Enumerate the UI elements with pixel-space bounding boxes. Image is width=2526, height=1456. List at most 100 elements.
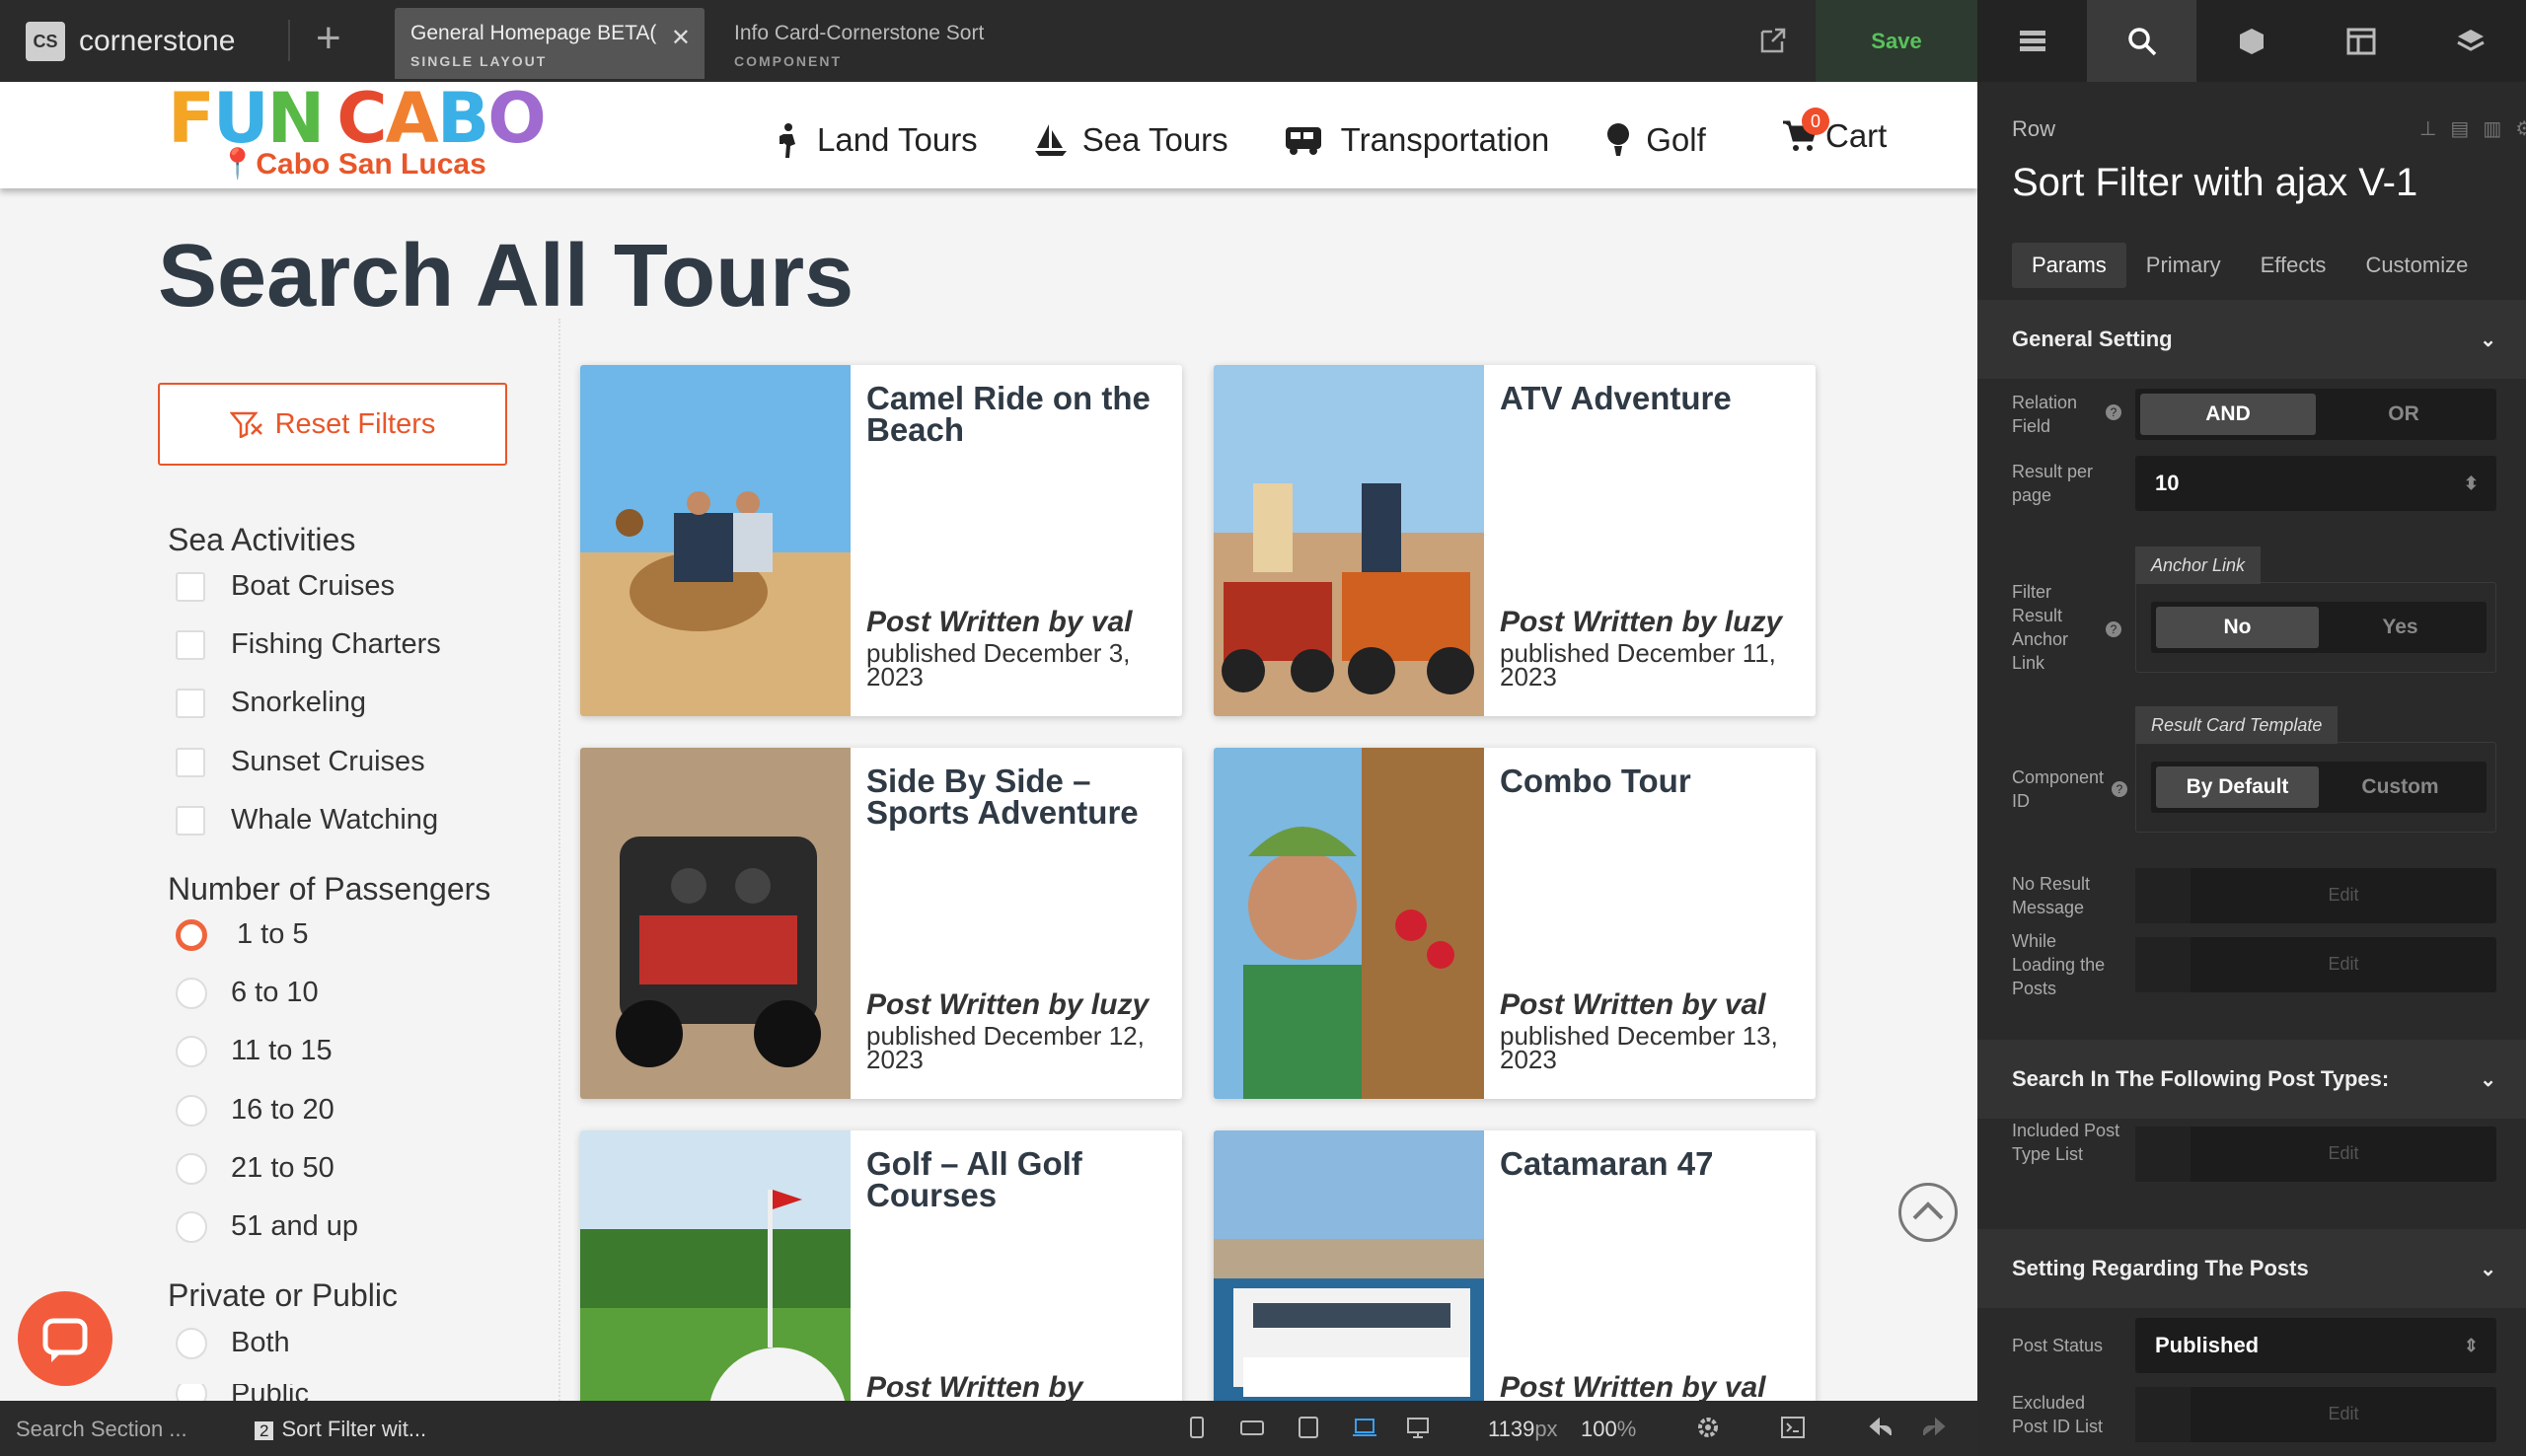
radio-public[interactable]: Public [176, 1384, 309, 1401]
help-icon[interactable]: ? [2112, 781, 2127, 797]
radio-button[interactable] [176, 1384, 207, 1401]
delete-icon[interactable]: ▥ [2483, 116, 2501, 141]
no-result-edit[interactable]: Edit [2135, 868, 2496, 923]
undo-icon[interactable] [1867, 1415, 1893, 1440]
nav-cart[interactable]: 0 Cart [1782, 108, 1887, 155]
duplicate-icon[interactable]: ▤ [2450, 116, 2469, 141]
layers-list-button[interactable] [1977, 0, 2087, 82]
anchor-toggle[interactable]: No Yes [2151, 602, 2487, 653]
checkbox-fishing-charters[interactable]: Fishing Charters [176, 628, 441, 661]
tab-effects[interactable]: Effects [2241, 243, 2346, 288]
card-title[interactable]: Camel Ride on the Beach [866, 382, 1162, 446]
checkbox[interactable] [176, 805, 205, 836]
radio-button[interactable] [176, 1327, 207, 1359]
anchor-no[interactable]: No [2156, 607, 2319, 648]
chat-button[interactable] [18, 1291, 112, 1386]
anchor-yes[interactable]: Yes [2319, 607, 2482, 648]
radio-button[interactable] [176, 1152, 207, 1185]
excluded-post-id-edit[interactable]: Edit [2135, 1387, 2496, 1442]
tour-card[interactable]: Side By Side – Sports Adventure Post Wri… [580, 748, 1182, 1099]
pin-icon[interactable]: ⊥ [2419, 116, 2436, 141]
section-post-types[interactable]: Search In The Following Post Types: ⌄ [1977, 1040, 2526, 1119]
relation-toggle[interactable]: AND OR [2135, 389, 2496, 440]
checkbox-whale-watching[interactable]: Whale Watching [176, 804, 438, 837]
app-logo[interactable]: CS cornerstone [26, 22, 235, 61]
elements-button[interactable] [2196, 0, 2306, 82]
relation-and[interactable]: AND [2140, 394, 2316, 435]
breadcrumb[interactable]: 2 Sort Filter wit... [255, 1417, 426, 1442]
post-status-select[interactable]: Published ⇕ [2135, 1318, 2496, 1373]
card-title[interactable]: Side By Side – Sports Adventure [866, 764, 1162, 829]
checkbox-boat-cruises[interactable]: Boat Cruises [176, 570, 395, 603]
radio-button[interactable] [176, 1035, 207, 1067]
tablet-view-icon[interactable] [1296, 1415, 1321, 1440]
checkbox[interactable] [176, 747, 205, 777]
nav-land-tours[interactable]: Land Tours [774, 121, 978, 159]
tab-info-card[interactable]: Info Card-Cornerstone Sort COMPONENT [718, 8, 1054, 79]
scroll-top-button[interactable] [1898, 1183, 1958, 1242]
radio-button[interactable] [176, 1094, 207, 1127]
component-custom[interactable]: Custom [2319, 766, 2482, 808]
radio-button[interactable] [176, 977, 207, 1009]
radio-both[interactable]: Both [176, 1327, 290, 1359]
settings-icon[interactable]: ⚙ [2515, 116, 2526, 141]
tour-card[interactable]: Catamaran 47 Post Written by val [1214, 1130, 1816, 1401]
tab-homepage[interactable]: General Homepage BETA( SINGLE LAYOUT ✕ [395, 8, 705, 79]
radio-1-to-5[interactable]: 1 to 5 [176, 918, 309, 951]
radio-11-to-15[interactable]: 11 to 15 [176, 1035, 333, 1067]
help-icon[interactable]: ? [2106, 404, 2121, 420]
tab-customize[interactable]: Customize [2345, 243, 2488, 288]
laptop-view-icon[interactable] [1352, 1415, 1377, 1440]
radio-button[interactable] [176, 1210, 207, 1243]
reset-filters-button[interactable]: Reset Filters [158, 383, 507, 466]
canvas-width[interactable]: 1139px [1488, 1417, 1558, 1442]
card-title[interactable]: Golf – All Golf Courses [866, 1147, 1162, 1211]
phone-landscape-view-icon[interactable] [1239, 1415, 1265, 1440]
component-default[interactable]: By Default [2156, 766, 2319, 808]
card-title[interactable]: ATV Adventure [1500, 382, 1796, 414]
checkbox-snorkeling[interactable]: Snorkeling [176, 687, 366, 719]
layout-button[interactable] [2307, 0, 2416, 82]
site-logo[interactable]: FUN CABO 📍Cabo San Lucas [168, 84, 547, 182]
close-icon[interactable]: ✕ [671, 24, 691, 52]
nav-sea-tours[interactable]: Sea Tours [1033, 121, 1228, 159]
element-name[interactable]: Sort Filter with ajax V-1 [2012, 161, 2417, 205]
tab-primary[interactable]: Primary [2126, 243, 2241, 288]
phone-view-icon[interactable] [1184, 1415, 1210, 1440]
tab-params[interactable]: Params [2012, 243, 2126, 288]
search-button[interactable] [2087, 0, 2197, 82]
section-general-setting[interactable]: General Setting ⌄ [1977, 300, 2526, 379]
stack-button[interactable] [2416, 0, 2526, 82]
search-section-input[interactable]: Search Section ... [16, 1417, 187, 1442]
card-title[interactable]: Catamaran 47 [1500, 1147, 1796, 1180]
checkbox[interactable] [176, 688, 205, 718]
nav-golf[interactable]: Golf [1604, 121, 1706, 159]
tour-card[interactable]: Camel Ride on the Beach Post Written by … [580, 365, 1182, 716]
radio-21-to-50[interactable]: 21 to 50 [176, 1152, 334, 1185]
add-tab-icon[interactable]: + [316, 14, 341, 63]
tour-card[interactable]: Golf – All Golf Courses Post Written by … [580, 1130, 1182, 1401]
tour-card[interactable]: ATV Adventure Post Written by luzy publi… [1214, 365, 1816, 716]
stepper-icon[interactable]: ⬍ [2464, 473, 2479, 494]
checkbox[interactable] [176, 629, 205, 660]
section-posts-settings[interactable]: Setting Regarding The Posts ⌄ [1977, 1229, 2526, 1308]
save-button[interactable]: Save [1816, 0, 1977, 82]
checkbox-sunset-cruises[interactable]: Sunset Cruises [176, 746, 425, 778]
tour-card[interactable]: Combo Tour Post Written by val published… [1214, 748, 1816, 1099]
code-icon[interactable] [1780, 1415, 1806, 1440]
result-per-page-input[interactable]: 10 ⬍ [2135, 456, 2496, 511]
external-link-icon[interactable] [1758, 26, 1788, 55]
radio-51-and-up[interactable]: 51 and up [176, 1210, 358, 1243]
radio-16-to-20[interactable]: 16 to 20 [176, 1094, 334, 1127]
card-title[interactable]: Combo Tour [1500, 764, 1796, 797]
gear-icon[interactable] [1695, 1415, 1721, 1440]
loading-edit[interactable]: Edit [2135, 937, 2496, 992]
included-post-types-edit[interactable]: Edit [2135, 1127, 2496, 1182]
component-toggle[interactable]: By Default Custom [2151, 762, 2487, 813]
relation-or[interactable]: OR [2316, 394, 2491, 435]
help-icon[interactable]: ? [2106, 621, 2121, 637]
radio-button[interactable] [176, 918, 207, 951]
desktop-view-icon[interactable] [1405, 1415, 1431, 1440]
checkbox[interactable] [176, 571, 205, 602]
redo-icon[interactable] [1922, 1415, 1948, 1440]
